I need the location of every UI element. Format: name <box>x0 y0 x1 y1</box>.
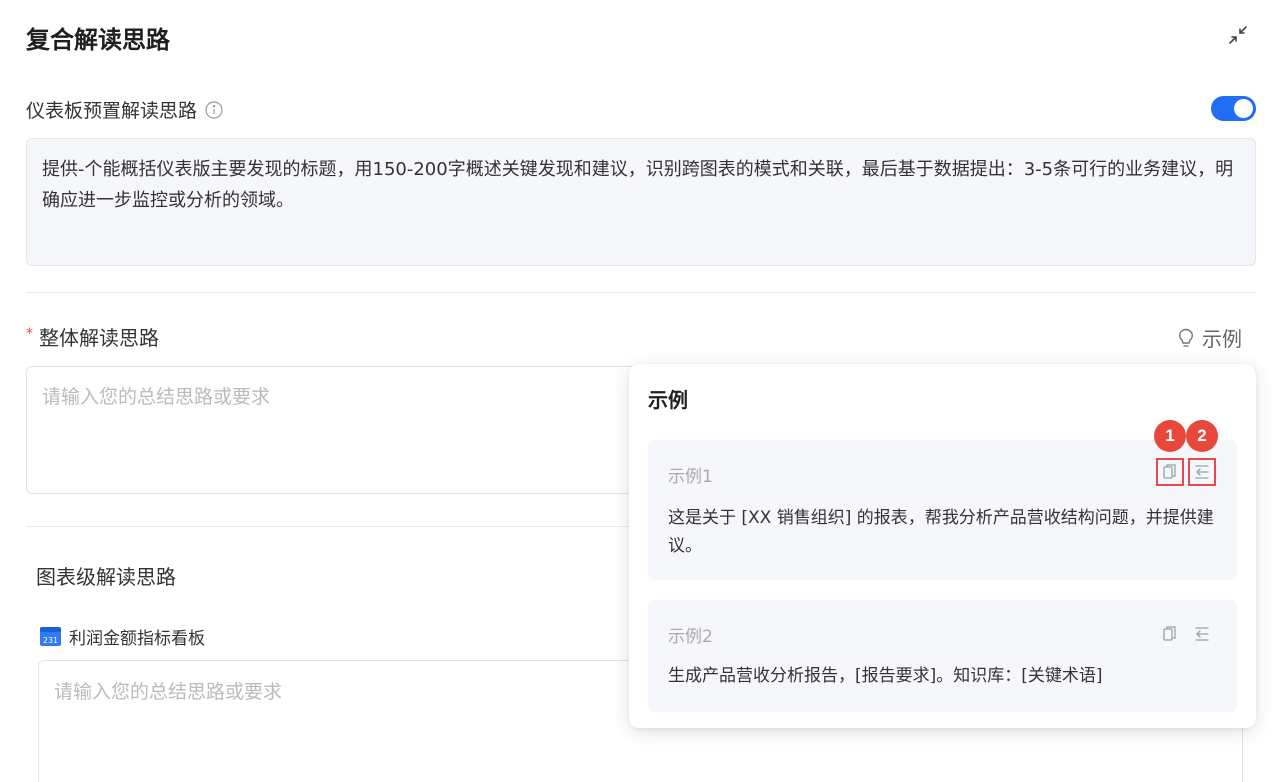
example-link-label: 示例 <box>1202 327 1242 351</box>
copy-icon <box>1163 464 1176 479</box>
example-card-text: 生成产品营收分析报告，[报告要求]。知识库：[关键术语] <box>668 666 1103 686</box>
collapse-button[interactable] <box>1226 23 1250 47</box>
example-link[interactable]: 示例 <box>1176 323 1242 352</box>
calendar-icon: 231 <box>40 627 61 646</box>
info-icon[interactable] <box>205 100 223 119</box>
copy-icon <box>1163 626 1176 641</box>
insert-button[interactable] <box>1188 458 1216 486</box>
divider <box>26 292 1256 293</box>
preset-section-label: 仪表板预置解读思路 <box>26 96 223 123</box>
overall-label: 整体解读思路 <box>39 326 159 350</box>
chart-level-label: 图表级解读思路 <box>36 565 176 589</box>
required-mark: * <box>26 325 33 342</box>
insert-button[interactable] <box>1188 620 1216 648</box>
preset-toggle[interactable] <box>1211 96 1256 121</box>
preset-textbox[interactable]: 提供-个能概括仪表版主要发现的标题，用150-200字概述关键发现和建议，识别跨… <box>26 138 1256 266</box>
example-card: 示例1 1 2 这是关于 [XX 销售组织] 的报表，帮我分析产品营收结构问题，… <box>648 420 1237 580</box>
example-card-label: 示例2 <box>668 627 713 647</box>
examples-popup: 示例 示例1 1 2 这是关于 [XX 销售组织] 的报表，帮我分析产品营收结构… <box>629 364 1256 728</box>
insert-icon <box>1195 465 1209 479</box>
chart-item-label: 231 利润金额指标看板 <box>40 624 205 649</box>
copy-button[interactable] <box>1156 458 1184 486</box>
annotation-badge-2: 2 <box>1186 420 1218 452</box>
example-card-text: 这是关于 [XX 销售组织] 的报表，帮我分析产品营收结构问题，并提供建议。 <box>668 508 1214 556</box>
page-title: 复合解读思路 <box>26 26 170 54</box>
example-card: 示例2 生成产品营收分析报告，[报告要求]。知识库：[关键术语] <box>648 600 1237 712</box>
chart-name: 利润金额指标看板 <box>69 629 205 649</box>
insert-icon <box>1195 627 1209 641</box>
example-card-label: 示例1 <box>668 467 713 487</box>
annotation-badge-1: 1 <box>1154 420 1186 452</box>
copy-button[interactable] <box>1156 620 1184 648</box>
overall-section-label: * 整体解读思路 <box>26 322 159 351</box>
collapse-icon <box>1229 26 1247 44</box>
lightbulb-icon <box>1179 328 1193 347</box>
preset-label: 仪表板预置解读思路 <box>26 100 198 122</box>
popup-title: 示例 <box>648 388 688 412</box>
toggle-knob <box>1234 99 1253 118</box>
